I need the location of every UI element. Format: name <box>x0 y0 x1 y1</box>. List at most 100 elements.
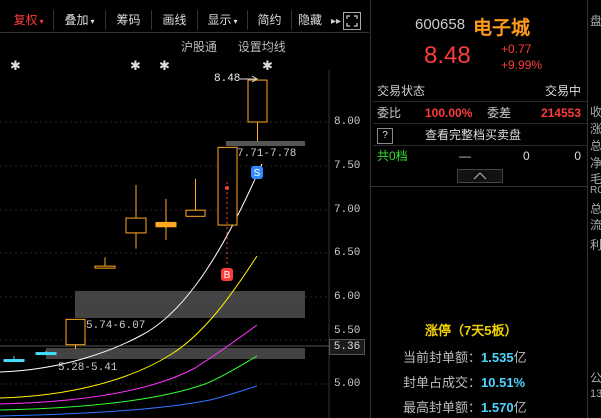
candle[interactable] <box>125 184 147 249</box>
trade-status-row: 交易状态 交易中 <box>373 81 587 102</box>
hgt-link[interactable]: 沪股通 <box>181 40 217 54</box>
toolbar-hide-button[interactable]: 隐藏 <box>292 10 328 30</box>
y-tick-label: 8.00 <box>334 116 361 128</box>
last-price: 8.48 <box>424 42 471 69</box>
toolbar-fuquan-button[interactable]: 复权 ▾ <box>4 10 54 30</box>
candle-body <box>125 217 147 234</box>
ma-settings-link[interactable]: 设置均线 <box>238 40 286 54</box>
y-tick-label: 7.00 <box>334 204 361 216</box>
chevron-up-icon[interactable] <box>457 169 503 183</box>
toolbar-label: 显示 <box>207 13 232 27</box>
candle[interactable] <box>65 318 86 350</box>
quote-panel: 600658 电子城 8.48 +0.77 +9.99% 交易状态 交易中 委比… <box>370 0 601 418</box>
current-price-tag: 5.36 <box>329 339 365 355</box>
full-book-link[interactable]: 查看完整档买卖盘 <box>425 125 521 145</box>
trade-status-value: 交易中 <box>544 84 581 98</box>
toolbar-label: 叠加 <box>64 13 89 27</box>
trade-status-label: 交易状态 <box>377 84 426 98</box>
edge-text: 公 <box>590 371 601 385</box>
toolbar-label: 隐藏 <box>297 13 322 27</box>
toolbar-label: 筹码 <box>116 13 141 27</box>
edge-text: 利 <box>590 238 601 252</box>
stat-value: 1.535 <box>481 350 514 365</box>
toolbar-label: 复权 <box>13 13 38 27</box>
chevron-down-icon: ▾ <box>233 17 238 26</box>
stat-label: 最高封单额： <box>403 400 482 415</box>
candle[interactable] <box>247 79 268 142</box>
toolbar-simple-button[interactable]: 简约 <box>248 10 292 30</box>
y-tick-label: 7.50 <box>334 160 361 172</box>
stat-label: 封单占成交： <box>403 375 482 390</box>
edge-text: RC <box>590 185 601 196</box>
ma-line-magenta <box>0 324 258 405</box>
toolbar-chips-button[interactable]: 筹码 <box>106 10 152 30</box>
edge-text: 总 <box>590 202 601 216</box>
candle[interactable] <box>94 257 116 269</box>
edge-text: 13 <box>590 388 601 400</box>
candle-body <box>35 352 57 356</box>
seal-amount-row: 当前封单额：1.535亿 <box>403 347 527 366</box>
diff-value: 214553 <box>540 106 581 120</box>
chevron-down-icon: ▾ <box>39 17 44 26</box>
chart-sub-links: 沪股通 设置均线 <box>181 38 286 55</box>
fullscreen-icon[interactable] <box>343 12 361 30</box>
support-zone <box>46 348 305 359</box>
stat-unit: 亿 <box>513 350 527 365</box>
zone-label: 5.74-6.07 <box>86 320 146 332</box>
stock-code: 600658 <box>415 16 466 33</box>
zone-label: 5.28-5.41 <box>58 362 118 374</box>
price-change: +0.77 <box>501 42 532 56</box>
high-price-label: 8.48 <box>214 73 241 85</box>
seal-ratio-row: 封单占成交：10.51% <box>403 372 525 391</box>
toolbar-overlay-button[interactable]: 叠加 ▾ <box>54 10 106 30</box>
toolbar-label: 画线 <box>162 13 187 27</box>
candle-body <box>247 79 268 123</box>
candle-body <box>94 265 116 269</box>
level-value: 0 <box>523 149 530 163</box>
level-value: 0 <box>574 149 581 163</box>
stat-value: 10.51% <box>481 375 526 390</box>
toolbar-draw-button[interactable]: 画线 <box>152 10 198 30</box>
y-tick-label: 5.50 <box>334 325 361 337</box>
sell-signal-label: S <box>254 168 261 179</box>
order-ratio-row: 委比 100.00% 委差 214553 <box>373 103 587 124</box>
buy-signal-label: B <box>224 270 231 281</box>
kline-chart[interactable]: S B <box>0 70 369 418</box>
sell-signal-icon[interactable]: S <box>251 166 263 179</box>
candle-body <box>3 359 25 363</box>
stat-unit: 亿 <box>513 400 527 415</box>
zone-label: 7.71-7.78 <box>237 148 297 160</box>
help-icon: ? <box>377 128 393 144</box>
stat-value: 1.570 <box>481 400 514 415</box>
edge-text: 流 <box>590 218 601 232</box>
max-seal-row: 最高封单额：1.570亿 <box>403 397 527 416</box>
chart-toolbar: 复权 ▾ 叠加 ▾ 筹码 画线 显示 ▾ 简约 隐藏 ▸▸ <box>0 0 369 33</box>
candle-body <box>185 209 206 217</box>
edge-text: 总 <box>590 139 601 153</box>
chevron-down-icon: ▾ <box>90 17 95 26</box>
y-tick-label: 5.00 <box>334 378 361 390</box>
y-tick-label: 6.50 <box>334 247 361 259</box>
candle[interactable] <box>3 356 25 363</box>
toolbar-more-icon[interactable]: ▸▸ <box>328 10 344 30</box>
y-tick-label: 6.00 <box>334 291 361 303</box>
toolbar-display-button[interactable]: 显示 ▾ <box>198 10 248 30</box>
level-label: 共0档 <box>377 149 408 163</box>
price-change-pct: +9.99% <box>501 58 543 72</box>
edge-text: 涨 <box>590 122 601 136</box>
double-chevron-right-icon: ▸▸ <box>330 16 342 27</box>
edge-text: 收 <box>590 105 601 119</box>
candle-body <box>65 318 86 346</box>
stat-label: 当前封单额： <box>403 350 482 365</box>
level-dash: — <box>459 149 471 163</box>
full-book-row[interactable]: ? 查看完整档买卖盘 <box>373 125 587 146</box>
limit-up-title: 涨停（7天5板） <box>425 323 518 338</box>
resistance-zone <box>226 141 305 146</box>
stock-name: 电子城 <box>473 18 531 39</box>
edge-text: 盘 <box>590 14 601 28</box>
candle[interactable] <box>155 198 177 240</box>
buy-signal-icon[interactable]: B <box>221 268 233 281</box>
candle-body <box>155 221 177 228</box>
toolbar-label: 简约 <box>257 13 282 27</box>
candle[interactable] <box>185 178 206 217</box>
